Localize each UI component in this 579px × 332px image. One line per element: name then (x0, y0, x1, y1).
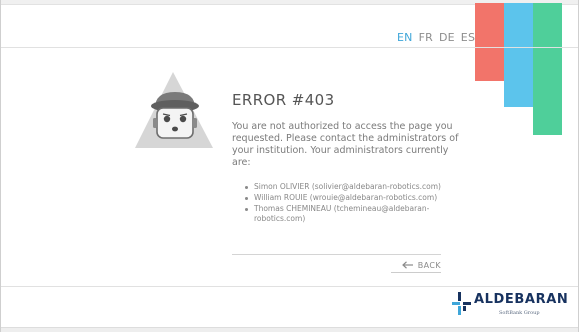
back-label: BACK (417, 260, 441, 270)
back-button[interactable]: BACK (391, 258, 441, 272)
logo-subtext: SoftBank Group (499, 310, 540, 316)
back-underline (391, 272, 441, 273)
language-de-link[interactable]: DE (439, 31, 455, 44)
error-title: ERROR #403 (232, 91, 335, 109)
arrow-left-icon (401, 261, 413, 269)
list-item: William ROUIE (wrouie@aldebaran-robotics… (244, 193, 444, 203)
language-fr-link[interactable]: FR (419, 31, 433, 44)
decorative-green-bar (533, 3, 562, 135)
logo-wordmark: ALDEBARAN (474, 292, 569, 307)
list-item: Simon OLIVIER (solivier@aldebaran-roboti… (244, 182, 444, 192)
language-en-link[interactable]: EN (397, 31, 413, 44)
content-divider (232, 254, 441, 255)
bottom-border (1, 327, 578, 332)
footer-divider (1, 286, 578, 287)
list-item: Thomas CHEMINEAU (tchemineau@aldebaran-r… (244, 204, 444, 224)
error-message: You are not authorized to access the pag… (232, 121, 459, 168)
language-es-link[interactable]: ES (461, 31, 475, 44)
language-selector: EN FR DE ES (397, 31, 475, 44)
decorative-red-bar (475, 3, 504, 81)
decorative-blue-bar (504, 3, 533, 107)
sad-robot-icon (135, 72, 213, 148)
administrators-list: Simon OLIVIER (solivier@aldebaran-roboti… (244, 182, 444, 225)
aldebaran-logo-icon (452, 292, 471, 315)
aldebaran-logo[interactable]: ALDEBARAN SoftBank Group (452, 292, 576, 318)
header-divider (1, 47, 578, 48)
